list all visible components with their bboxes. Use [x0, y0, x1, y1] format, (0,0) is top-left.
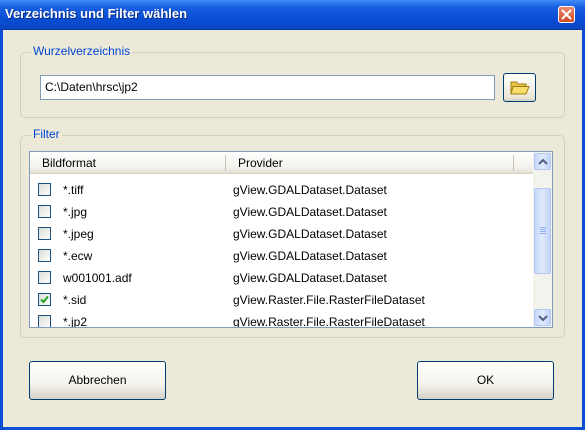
list-item[interactable]: *.jpg gView.GDALDataset.Dataset: [30, 201, 533, 223]
vertical-scrollbar[interactable]: [533, 152, 552, 327]
filter-legend: Filter: [31, 127, 62, 141]
scroll-up-button[interactable]: [534, 153, 551, 170]
row-checkbox[interactable]: [38, 205, 51, 218]
column-header-provider[interactable]: Provider: [238, 156, 283, 170]
row-checkbox[interactable]: [38, 227, 51, 240]
list-item[interactable]: *.jp2 gView.Raster.File.RasterFileDatase…: [30, 311, 533, 327]
provider-cell: gView.GDALDataset.Dataset: [233, 183, 387, 197]
provider-cell: gView.Raster.File.RasterFileDataset: [233, 315, 425, 327]
provider-cell: gView.Raster.File.RasterFileDataset: [233, 293, 425, 307]
chevron-up-icon: [538, 158, 548, 165]
provider-cell: gView.GDALDataset.Dataset: [233, 271, 387, 285]
list-item[interactable]: w001001.adf gView.GDALDataset.Dataset: [30, 267, 533, 289]
folder-icon: [510, 81, 530, 95]
thumb-grip: [540, 231, 546, 232]
thumb-grip: [540, 229, 546, 230]
ok-button[interactable]: OK: [417, 361, 554, 400]
column-header-format[interactable]: Bildformat: [42, 156, 96, 170]
list-item[interactable]: *.sid gView.Raster.File.RasterFileDatase…: [30, 289, 533, 311]
column-separator[interactable]: [513, 155, 514, 171]
scroll-thumb[interactable]: [534, 188, 551, 274]
dialog-window: Verzeichnis und Filter wählen Wurzelverz…: [0, 0, 585, 430]
format-cell: *.tiff: [63, 183, 84, 197]
row-checkbox[interactable]: [38, 271, 51, 284]
cancel-button[interactable]: Abbrechen: [29, 361, 166, 400]
list-rows: *.tiff gView.GDALDataset.Dataset *.jpg g…: [30, 174, 533, 327]
format-cell: *.jpeg: [63, 227, 94, 241]
chevron-down-icon: [538, 315, 548, 322]
scroll-down-button[interactable]: [534, 309, 551, 326]
format-cell: *.ecw: [63, 249, 93, 263]
list-header: Bildformat Provider: [30, 152, 533, 174]
thumb-grip: [540, 233, 546, 234]
row-checkbox[interactable]: [38, 183, 51, 196]
title-bar[interactable]: Verzeichnis und Filter wählen: [0, 0, 585, 30]
window-title: Verzeichnis und Filter wählen: [5, 6, 188, 21]
provider-cell: gView.GDALDataset.Dataset: [233, 227, 387, 241]
row-checkbox[interactable]: [38, 249, 51, 262]
format-cell: *.jpg: [63, 205, 88, 219]
provider-cell: gView.GDALDataset.Dataset: [233, 205, 387, 219]
checkmark-icon: [40, 295, 49, 304]
row-checkbox-checked[interactable]: [38, 293, 51, 306]
browse-folder-button[interactable]: [503, 73, 536, 102]
window-frame-left: [0, 30, 3, 430]
row-checkbox[interactable]: [38, 315, 51, 327]
list-item[interactable]: *.jpeg gView.GDALDataset.Dataset: [30, 223, 533, 245]
list-item[interactable]: *.tiff gView.GDALDataset.Dataset: [30, 179, 533, 201]
close-button[interactable]: [558, 6, 575, 23]
format-cell: w001001.adf: [63, 271, 132, 285]
root-path-input[interactable]: C:\Daten\hrsc\jp2: [40, 75, 495, 100]
provider-cell: gView.GDALDataset.Dataset: [233, 249, 387, 263]
close-icon: [561, 9, 572, 20]
root-directory-legend: Wurzelverzeichnis: [31, 44, 133, 58]
format-cell: *.jp2: [63, 315, 88, 327]
thumb-grip: [540, 227, 546, 228]
list-item[interactable]: *.ecw gView.GDALDataset.Dataset: [30, 245, 533, 267]
format-list[interactable]: Bildformat Provider *.tiff gView.GDALDat…: [29, 151, 553, 328]
column-separator[interactable]: [225, 155, 226, 171]
format-cell: *.sid: [63, 293, 87, 307]
